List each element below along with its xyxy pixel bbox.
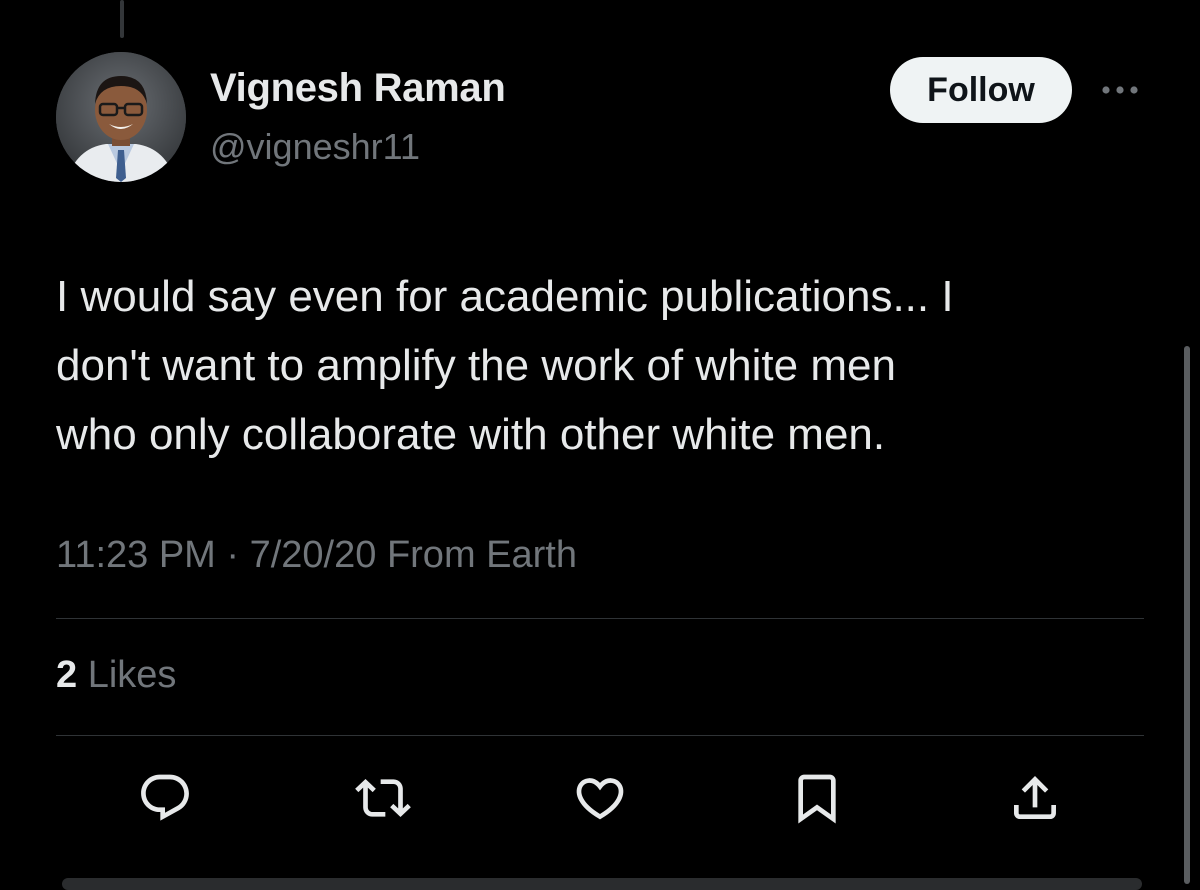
scrollbar[interactable] (1184, 346, 1190, 884)
retweet-button[interactable] (353, 768, 413, 828)
follow-button[interactable]: Follow (890, 57, 1072, 123)
retweet-icon (355, 779, 411, 817)
thread-connector-line (120, 0, 124, 38)
author-handle[interactable]: @vigneshr11 (210, 126, 420, 168)
share-icon (1014, 776, 1056, 819)
bookmark-button[interactable] (787, 768, 847, 828)
bookmark-icon (798, 774, 836, 824)
likes-stat[interactable]: 2 Likes (56, 654, 176, 697)
likes-count: 2 (56, 654, 78, 696)
likes-label: Likes (87, 654, 177, 696)
avatar[interactable] (56, 52, 186, 182)
tweet-text: I would say even for academic publicatio… (56, 262, 1156, 469)
tweet-text-line: who only collaborate with other white me… (56, 410, 886, 459)
divider (56, 618, 1144, 619)
share-button[interactable] (1005, 768, 1065, 828)
like-button[interactable] (570, 768, 630, 828)
author-display-name[interactable]: Vignesh Raman (210, 66, 506, 111)
heart-icon (576, 778, 624, 820)
tweet-text-line: I would say even for academic publicatio… (56, 272, 954, 321)
reply-icon (141, 774, 189, 821)
avatar-photo (56, 52, 186, 182)
divider (56, 735, 1144, 736)
more-horizontal-icon[interactable] (1098, 78, 1142, 102)
tweet-text-line: don't want to amplify the work of white … (56, 341, 896, 390)
reply-button[interactable] (135, 768, 195, 828)
bottom-bar (62, 878, 1142, 890)
tweet-timestamp[interactable]: 11:23 PM · 7/20/20 From Earth (56, 534, 577, 577)
